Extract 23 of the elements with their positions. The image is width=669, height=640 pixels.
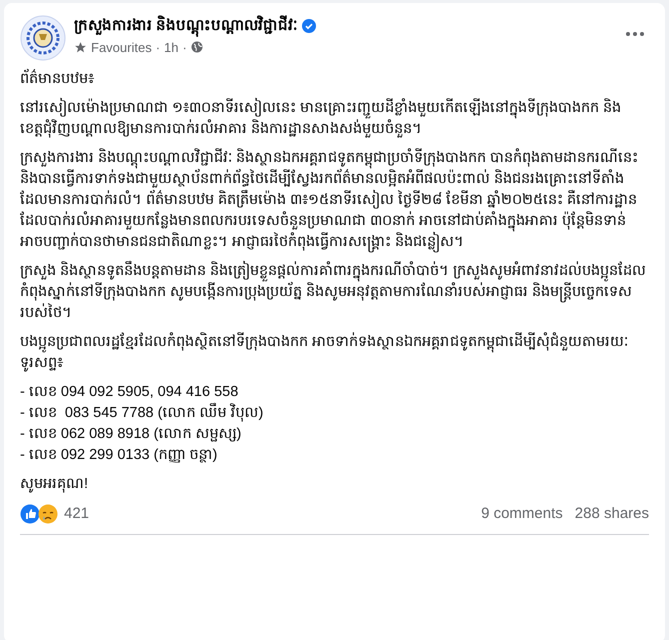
post-heading: ព័ត៌មានបឋម៖ <box>20 69 649 90</box>
separator-dot: · <box>182 38 187 56</box>
page-name[interactable]: ក្រសួងការងារ និងបណ្តុះបណ្តាលវិជ្ជាជីវៈ <box>74 15 298 38</box>
post-paragraph: បងប្អូនប្រជាពលរដ្ឋខ្មែរដែលកំពុងស្ថិតនៅទីក្រុងបាងកក អាចទាក់ទងស្ថានឯកអគ្គរាជទូតកម្ពុជាដើម្បីសុំជំនួយតាមរយៈ ទូរសព្ទ៖ <box>20 332 630 374</box>
reaction-count[interactable]: 421 <box>64 503 90 526</box>
post-paragraph: ក្រសួង និងស្ថានទូតនឹងបន្តតាមដាន និងត្រៀមខ្លួនផ្តល់ការគាំពារក្នុងករណីចាំបាច់។ ក្រសួងសូមអំពាវនាវដល់បងប្អូនដែលកំពុងស្នាក់នៅទីក្រុងបាងកក សូមបង្កើនការប្រុងប្រយ័ត្ន និងសូមអនុវត្តតាមការណែនាំរបស់អាជ្ញាធរ និងមន្ត្រីបច្ចេកទេសរបស់ថៃ។ <box>20 261 649 324</box>
post-paragraph: ក្រសួងការងារ និងបណ្តុះបណ្តាលវិជ្ជាជីវៈ និងស្ថានឯកអគ្គរាជទូតកម្ពុជាប្រចាំទីក្រុងបាងកក បានកំពុងតាមដានករណីនេះ និងបានធ្វើការទាក់ទងជាមួយស្ថាប័នពាក់ព័ន្ធថៃដើម្បីស្វែងរកព័ត៌មានលម្អិតអំពីផលប៉ះពាល់ និងជនរងគ្រោះនៅទីតាំងដែលមានការបាក់រលំ។ ព័ត៌មានបឋម គិតត្រឹមម៉ោង ៣៖១៥នាទីរសៀល ថ្ងៃទី២៨ ខែមីនា ឆ្នាំ២០២៥នេះ គឺនៅការដ្ឋានដែលបាក់រលំអាគារមួយកន្លែងមានពលករបរទេសចំនួនប្រមាណជា ៣០នាក់ អាចនៅជាប់គាំងក្នុងអាគារ ប៉ុន្តែមិនទាន់អាចបញ្ជាក់បានថាមានជនជាតិណាខ្លះ។ អាជ្ញាធរថៃកំពុងធ្វើការសង្គ្រោះ និងជន្លៀស។ <box>20 148 649 253</box>
globe-icon <box>190 41 203 54</box>
phone-contact: - លេខ 092 299 0133 (កញ្ញា ចន្ថា) <box>20 446 218 465</box>
comments-count[interactable]: 9 comments <box>481 503 563 526</box>
more-options-icon[interactable] <box>625 31 645 37</box>
closing-text: សូមអរគុណ! <box>20 475 90 495</box>
separator-dot: · <box>156 38 160 56</box>
phone-contact: - លេខ 094 092 5905, 094 416 558 <box>20 383 240 402</box>
post-time[interactable]: 1h <box>164 38 179 57</box>
reactions-icon[interactable] <box>20 504 60 524</box>
star-icon <box>74 40 87 54</box>
post-paragraph: នៅរសៀលម៉ោងប្រមាណជា ១៖៣០នាទីរសៀលនេះ មានគ្រោះរញ្ជួយដីខ្លាំងមួយកើតឡើងនៅក្នុងទីក្រុងបាងកក និងខេត្តជុំវិញបណ្តាលឱ្យមានការបាក់រលំអាគារ និងការដ្ឋានសាងសង់មួយចំនួន។ <box>20 98 649 140</box>
phone-contact: - លេខ 062 089 8918 (លោក សម្ផស្ស) <box>20 425 242 444</box>
page-logo-icon[interactable] <box>20 15 66 61</box>
phone-contact: - លេខ 083 545 7788 (លោក ឈឹម វិបុល) <box>20 403 649 424</box>
shares-count[interactable]: 288 shares <box>574 503 649 526</box>
audience-label[interactable]: Favourites <box>91 38 152 57</box>
